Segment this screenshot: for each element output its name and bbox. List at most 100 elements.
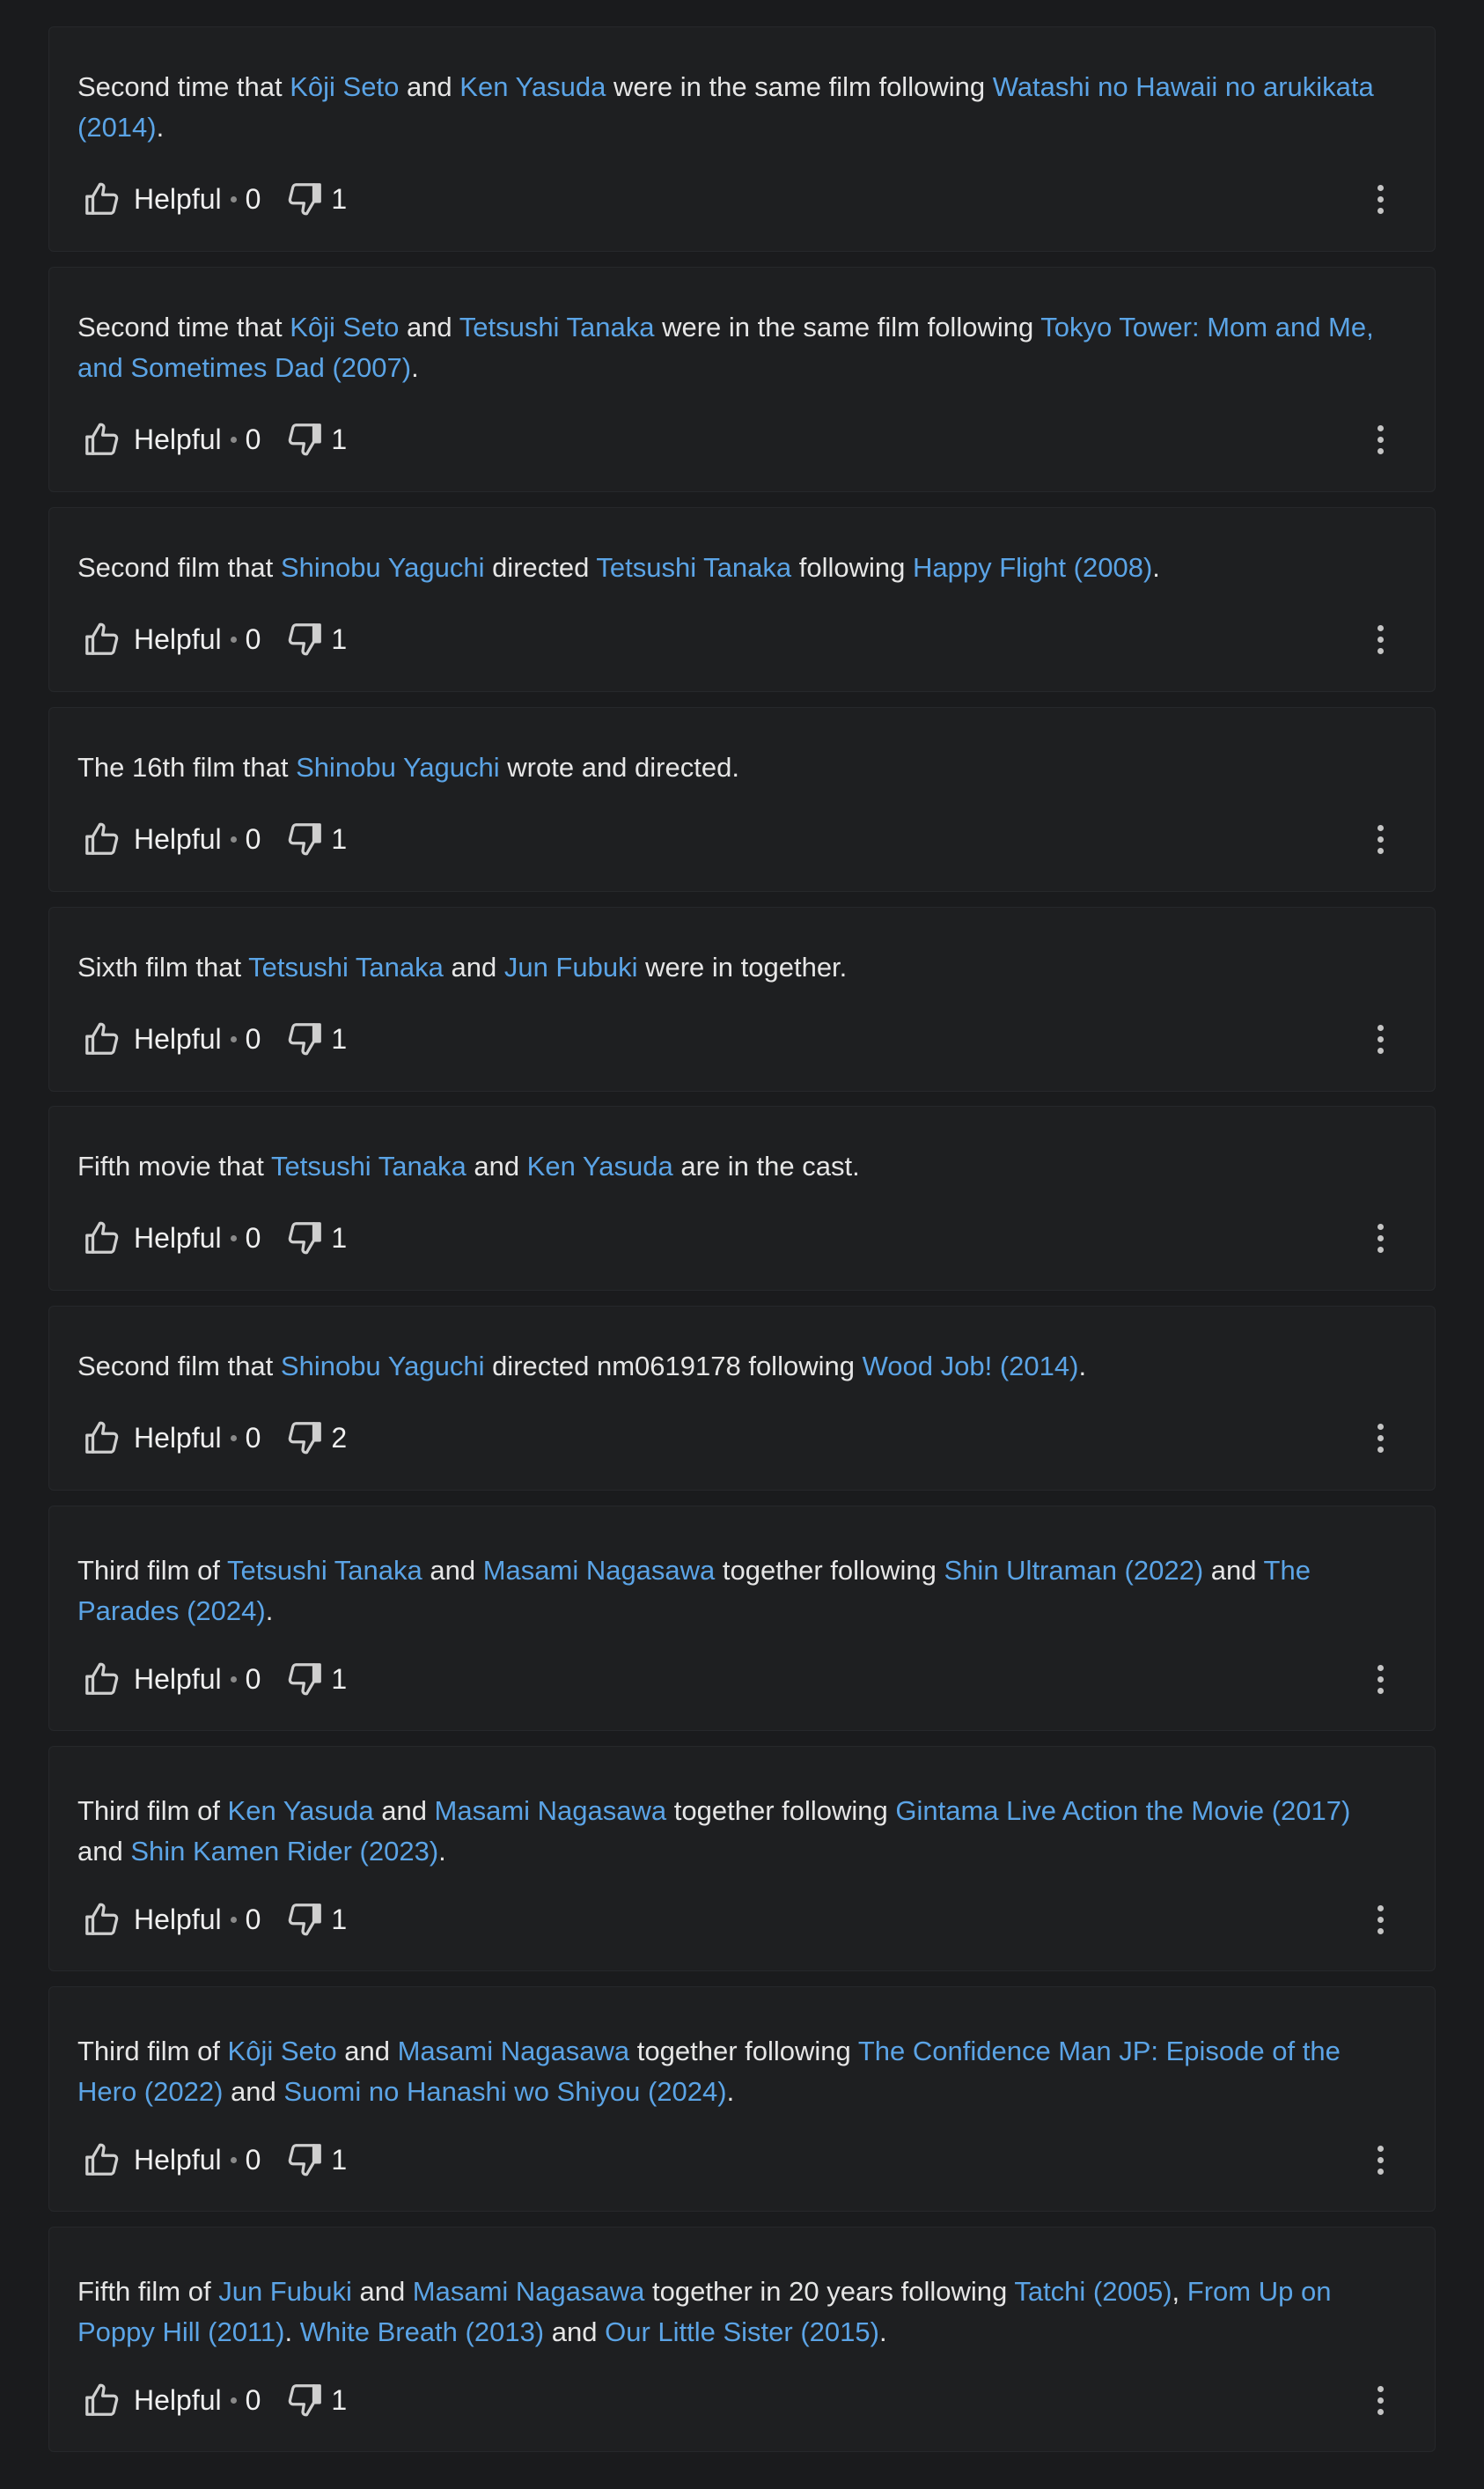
more-options-icon[interactable] [1370, 2138, 1391, 2182]
trivia-card: Fifth movie that Tetsushi Tanaka and Ken… [48, 1106, 1436, 1291]
menu-dot [1377, 1246, 1384, 1253]
trivia-link[interactable]: Ken Yasuda [459, 71, 606, 102]
trivia-text-segment: . [438, 1836, 446, 1867]
thumbs-down-icon[interactable] [283, 1218, 324, 1258]
helpful-count: 0 [245, 2383, 261, 2416]
unhelpful-vote: 1 [283, 1019, 347, 1059]
more-options-icon[interactable] [1370, 2378, 1391, 2422]
trivia-text-segment: Third film of [77, 1555, 227, 1586]
thumbs-up-icon[interactable] [83, 1899, 123, 1940]
helpful-count: 0 [245, 1421, 261, 1454]
thumbs-down-icon[interactable] [283, 1418, 324, 1458]
separator-dot [230, 1916, 237, 1923]
trivia-link[interactable]: Kôji Seto [228, 2036, 337, 2066]
trivia-link[interactable]: Tetsushi Tanaka [596, 552, 791, 583]
more-options-icon[interactable] [1370, 1657, 1391, 1701]
thumbs-down-icon[interactable] [283, 1019, 324, 1059]
trivia-text-segment: and [422, 1555, 483, 1586]
trivia-link[interactable]: Suomi no Hanashi wo Shiyou (2024) [283, 2076, 726, 2107]
menu-dot [1377, 184, 1384, 191]
thumbs-up-icon[interactable] [83, 1418, 123, 1458]
trivia-text: Third film of Tetsushi Tanaka and Masami… [77, 1550, 1400, 1631]
trivia-text-segment: The 16th film that [77, 752, 297, 783]
thumbs-down-icon[interactable] [283, 2139, 324, 2180]
menu-dot [1377, 636, 1384, 643]
trivia-link[interactable]: Happy Flight (2008) [913, 552, 1152, 583]
thumbs-up-icon[interactable] [83, 419, 123, 460]
menu-dot [1377, 1047, 1384, 1054]
thumbs-down-icon[interactable] [283, 2380, 324, 2420]
trivia-link[interactable]: White Breath (2013) [300, 2316, 544, 2347]
helpful-label: Helpful [134, 423, 222, 455]
helpful-count: 0 [245, 1662, 261, 1695]
trivia-link[interactable]: Tatchi (2005) [1014, 2276, 1172, 2307]
menu-dot [1377, 1223, 1384, 1230]
thumbs-up-icon[interactable] [83, 179, 123, 219]
trivia-link[interactable]: Masami Nagasawa [413, 2276, 645, 2307]
trivia-link[interactable]: Ken Yasuda [228, 1795, 374, 1826]
thumbs-up-icon[interactable] [83, 1218, 123, 1258]
trivia-link[interactable]: Wood Job! (2014) [863, 1351, 1079, 1381]
trivia-link[interactable]: Our Little Sister (2015) [605, 2316, 879, 2347]
trivia-link[interactable]: Shin Kamen Rider (2023) [130, 1836, 438, 1867]
thumbs-down-icon[interactable] [283, 819, 324, 859]
trivia-text-segment: . [726, 2076, 735, 2107]
trivia-link[interactable]: Masami Nagasawa [435, 1795, 667, 1826]
trivia-link[interactable]: Kôji Seto [290, 312, 399, 342]
vote-bar: Helpful 0 1 [83, 817, 347, 861]
trivia-link[interactable]: Masami Nagasawa [483, 1555, 716, 1586]
thumbs-up-icon[interactable] [83, 2380, 123, 2420]
trivia-link[interactable]: Tetsushi Tanaka [271, 1151, 467, 1182]
trivia-link[interactable]: Tetsushi Tanaka [227, 1555, 422, 1586]
menu-dot [1377, 1446, 1384, 1453]
helpful-count: 0 [245, 1221, 261, 1254]
unhelpful-vote: 1 [283, 1659, 347, 1699]
trivia-link[interactable]: Shinobu Yaguchi [296, 752, 500, 783]
trivia-text-segment: and [399, 71, 460, 102]
more-options-icon[interactable] [1370, 177, 1391, 221]
thumbs-down-icon[interactable] [283, 179, 324, 219]
thumbs-down-icon[interactable] [283, 1899, 324, 1940]
trivia-link[interactable]: Tetsushi Tanaka [459, 312, 655, 342]
thumbs-down-icon[interactable] [283, 419, 324, 460]
trivia-link[interactable]: Shin Ultraman (2022) [944, 1555, 1204, 1586]
trivia-text: Fifth film of Jun Fubuki and Masami Naga… [77, 2272, 1400, 2353]
trivia-link[interactable]: Shinobu Yaguchi [281, 552, 485, 583]
helpful-label: Helpful [134, 1022, 222, 1055]
trivia-text-segment: directed nm0619178 following [484, 1351, 863, 1381]
more-options-icon[interactable] [1370, 1897, 1391, 1941]
more-options-icon[interactable] [1370, 1216, 1391, 1260]
thumbs-up-icon[interactable] [83, 619, 123, 659]
trivia-link[interactable]: Gintama Live Action the Movie (2017) [895, 1795, 1350, 1826]
thumbs-up-icon[interactable] [83, 2139, 123, 2180]
trivia-text-segment: . [878, 2316, 887, 2347]
more-options-icon[interactable] [1370, 417, 1391, 461]
unhelpful-count: 1 [331, 2383, 348, 2416]
helpful-label: Helpful [134, 1662, 222, 1695]
more-options-icon[interactable] [1370, 817, 1391, 861]
trivia-text-segment: Third film of [77, 1795, 228, 1826]
separator-dot [230, 1035, 237, 1042]
trivia-link[interactable]: Jun Fubuki [504, 952, 638, 983]
menu-dot [1377, 1927, 1384, 1934]
more-options-icon[interactable] [1370, 1017, 1391, 1061]
helpful-label: Helpful [134, 1903, 222, 1935]
separator-dot [230, 2156, 237, 2163]
thumbs-up-icon[interactable] [83, 819, 123, 859]
trivia-link[interactable]: Kôji Seto [290, 71, 399, 102]
helpful-label: Helpful [134, 2143, 222, 2176]
thumbs-up-icon[interactable] [83, 1659, 123, 1699]
more-options-icon[interactable] [1370, 1416, 1391, 1460]
trivia-link[interactable]: Jun Fubuki [218, 2276, 352, 2307]
trivia-link[interactable]: Ken Yasuda [527, 1151, 673, 1182]
trivia-link[interactable]: Shinobu Yaguchi [281, 1351, 485, 1381]
trivia-link[interactable]: Tetsushi Tanaka [248, 952, 444, 983]
more-options-icon[interactable] [1370, 617, 1391, 661]
menu-dot [1377, 424, 1384, 431]
thumbs-up-icon[interactable] [83, 1019, 123, 1059]
trivia-link[interactable]: Masami Nagasawa [398, 2036, 630, 2066]
menu-dot [1377, 2397, 1384, 2404]
thumbs-down-icon[interactable] [283, 619, 324, 659]
thumbs-down-icon[interactable] [283, 1659, 324, 1699]
separator-dot [230, 1434, 237, 1441]
